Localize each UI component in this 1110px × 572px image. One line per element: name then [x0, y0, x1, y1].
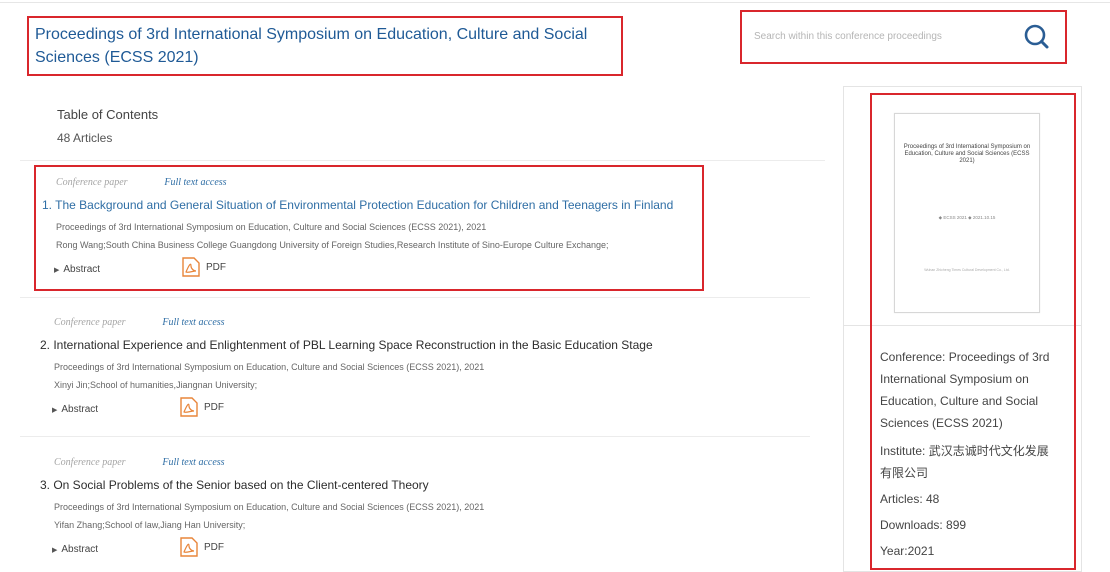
pdf-link[interactable]: PDF [180, 537, 224, 557]
article-authors: Rong Wang;South China Business College G… [56, 240, 609, 250]
abstract-label: Abstract [61, 544, 99, 555]
pdf-icon [180, 537, 198, 557]
paper-type: Conference paper [56, 177, 128, 188]
conference-info-highlight [870, 93, 1076, 570]
full-text-access-link[interactable]: Full text access [162, 457, 224, 468]
top-rule [0, 2, 1110, 3]
article-title-link[interactable]: 1. The Background and General Situation … [42, 198, 673, 212]
article-item: Conference paper Full text access 3. On … [34, 447, 704, 567]
pdf-link[interactable]: PDF [180, 397, 224, 417]
page-title: Proceedings of 3rd International Symposi… [35, 26, 588, 66]
triangle-right-icon: ▶ [52, 407, 58, 414]
proceedings-title-box: Proceedings of 3rd International Symposi… [27, 16, 623, 76]
divider [20, 436, 810, 437]
abstract-toggle[interactable]: ▶ Abstract [54, 264, 100, 275]
pdf-label: PDF [204, 541, 224, 553]
toc-heading: Table of Contents [57, 107, 159, 122]
abstract-toggle[interactable]: ▶ Abstract [52, 544, 98, 555]
search-box [740, 10, 1067, 64]
article-authors: Xinyi Jin;School of humanities,Jiangnan … [54, 380, 258, 390]
article-count: 48 Articles [57, 131, 113, 145]
article-item: Conference paper Full text access 2. Int… [34, 307, 704, 433]
full-text-access-link[interactable]: Full text access [162, 317, 224, 328]
table-of-contents: Table of Contents 48 Articles [57, 106, 158, 145]
article-item: Conference paper Full text access 1. The… [34, 165, 704, 291]
search-input[interactable] [754, 26, 994, 46]
abstract-label: Abstract [63, 264, 101, 275]
triangle-right-icon: ▶ [54, 267, 60, 274]
article-proceedings: Proceedings of 3rd International Symposi… [56, 222, 487, 232]
search-icon [1024, 24, 1049, 49]
article-title-link[interactable]: 2. International Experience and Enlighte… [40, 338, 653, 352]
article-meta: Conference paper Full text access [54, 457, 225, 468]
pdf-label: PDF [206, 261, 226, 273]
pdf-icon [182, 257, 200, 277]
triangle-right-icon: ▶ [52, 547, 58, 554]
full-text-access-link[interactable]: Full text access [164, 177, 226, 188]
article-meta: Conference paper Full text access [56, 177, 227, 188]
pdf-icon [180, 397, 198, 417]
article-proceedings: Proceedings of 3rd International Symposi… [54, 502, 485, 512]
divider [20, 297, 810, 298]
paper-type: Conference paper [54, 317, 126, 328]
article-title-link[interactable]: 3. On Social Problems of the Senior base… [40, 478, 429, 492]
paper-type: Conference paper [54, 457, 126, 468]
pdf-label: PDF [204, 401, 224, 413]
pdf-link[interactable]: PDF [182, 257, 226, 277]
article-proceedings: Proceedings of 3rd International Symposi… [54, 362, 485, 372]
search-button[interactable] [1020, 21, 1052, 53]
abstract-label: Abstract [61, 404, 99, 415]
divider [20, 160, 825, 161]
abstract-toggle[interactable]: ▶ Abstract [52, 404, 98, 415]
article-meta: Conference paper Full text access [54, 317, 225, 328]
article-authors: Yifan Zhang;School of law,Jiang Han Univ… [54, 520, 246, 530]
